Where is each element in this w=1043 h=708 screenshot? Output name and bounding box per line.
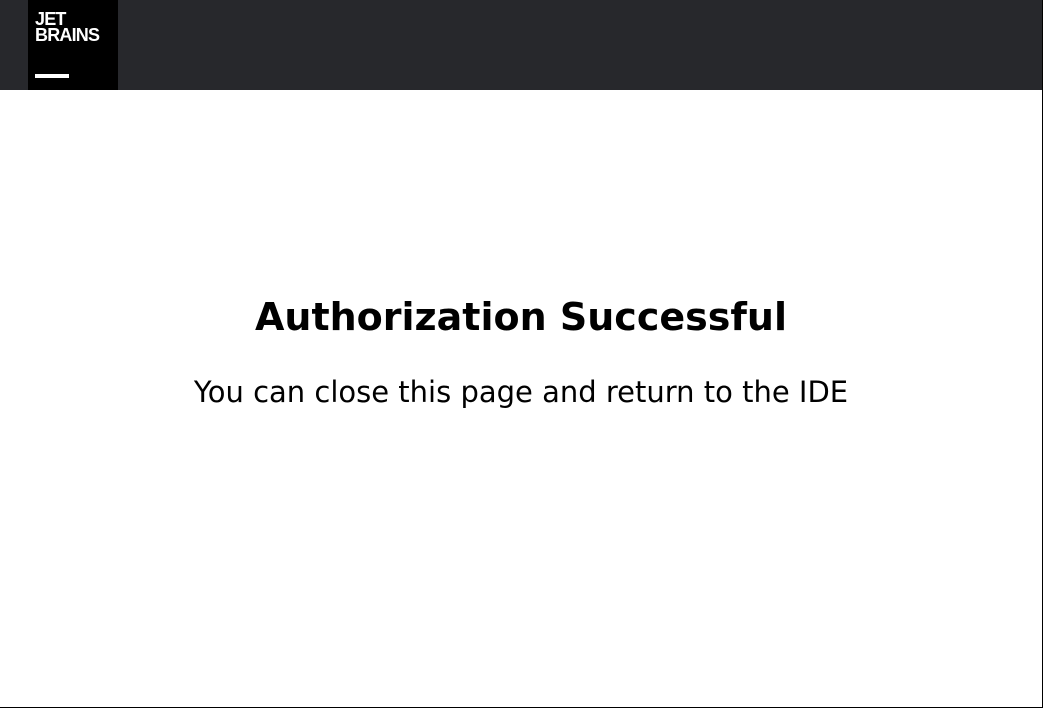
logo-underline xyxy=(35,74,69,78)
status-message: You can close this page and return to th… xyxy=(193,375,849,409)
page-title: Authorization Successful xyxy=(255,295,787,339)
logo-text-line2: BRAINS xyxy=(35,25,100,45)
page: JET BRAINS Authorization Successful You … xyxy=(0,0,1043,708)
jetbrains-logo[interactable]: JET BRAINS xyxy=(28,0,118,90)
top-bar: JET BRAINS xyxy=(0,0,1042,90)
